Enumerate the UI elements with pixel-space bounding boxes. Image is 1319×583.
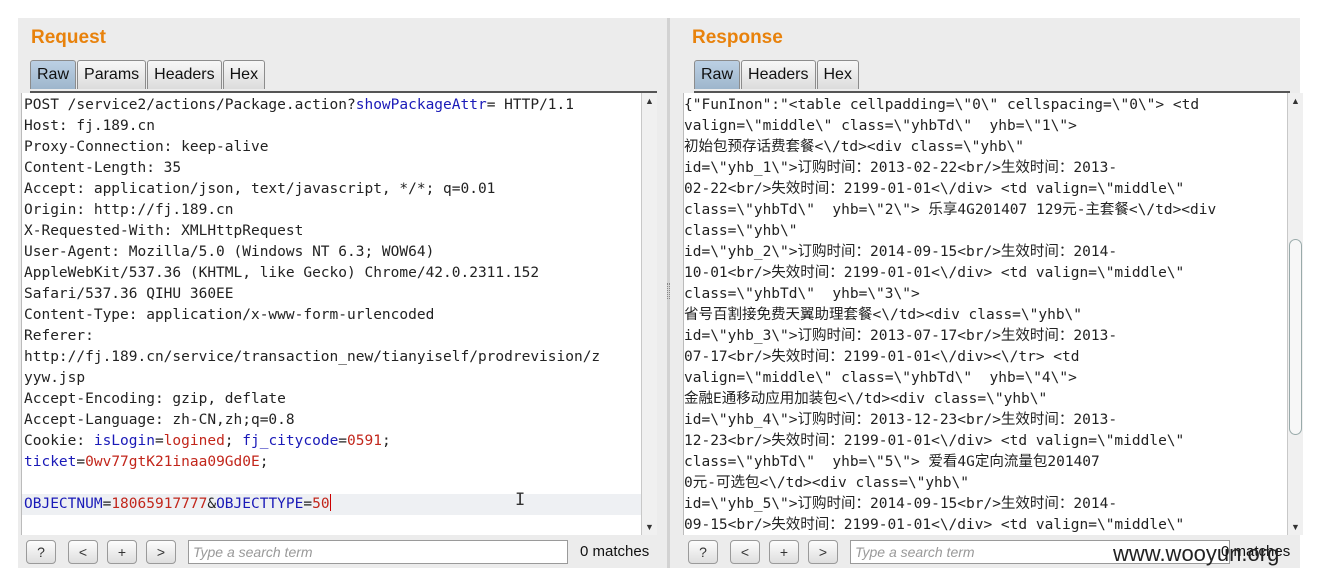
body-equals: = <box>102 496 112 512</box>
scroll-up-icon[interactable]: ▲ <box>645 96 654 106</box>
scroll-thumb[interactable] <box>1289 239 1302 435</box>
request-editor[interactable]: POST /service2/actions/Package.action?sh… <box>21 93 642 535</box>
ibeam-cursor-icon: I <box>515 490 526 510</box>
response-editor[interactable]: {"FunInon":"<table cellpadding=\"0\" cel… <box>683 93 1288 535</box>
request-match-count: 0 matches <box>580 543 650 560</box>
response-line: 07-17<br/>失效时间：2199-01-01<\/div><\/tr> <… <box>684 349 1080 365</box>
response-line: 02-22<br/>失效时间：2199-01-01<\/div> <td val… <box>684 181 1185 197</box>
body-value: 18065917777 <box>111 496 208 512</box>
request-line: POST /service2/actions/Package.action? <box>24 97 356 113</box>
add-button[interactable]: + <box>107 540 137 564</box>
scroll-down-icon[interactable]: ▼ <box>1291 522 1300 532</box>
response-line: 09-15<br/>失效时间：2199-01-01<\/div> <td val… <box>684 517 1185 533</box>
cookie-equals: = <box>338 433 348 449</box>
header-line: AppleWebKit/537.36 (KHTML, like Gecko) C… <box>24 265 540 281</box>
header-line: Content-Length: 35 <box>24 160 182 176</box>
response-line: id=\"yhb_2\">订购时间：2014-09-15<br/>生效时间：20… <box>684 244 1118 260</box>
param-key: showPackageAttr <box>355 97 487 113</box>
header-line: User-Agent: Mozilla/5.0 (Windows NT 6.3;… <box>24 244 435 260</box>
cookie-value: 0wv77gtK21inaa09Gd0E <box>85 454 260 470</box>
response-line: class=\"yhb\" <box>684 223 798 239</box>
help-button[interactable]: ? <box>26 540 56 564</box>
cookie-separator: ; <box>259 454 269 470</box>
response-panel: Response Raw Headers Hex {"FunInon":"<ta… <box>670 18 1303 568</box>
next-button[interactable]: > <box>808 540 838 564</box>
header-line: Accept-Language: zh-CN,zh;q=0.8 <box>24 412 295 428</box>
response-line: 初始包预存话费套餐<\/td><div class=\"yhb\" <box>684 139 1025 155</box>
response-tab-hex[interactable]: Hex <box>816 60 859 89</box>
response-line: id=\"yhb_5\">订购时间：2014-09-15<br/>生效时间：20… <box>684 496 1118 512</box>
cookie-key: isLogin <box>93 433 155 449</box>
response-text: {"FunInon":"<table cellpadding=\"0\" cel… <box>684 95 1216 535</box>
header-line: http://fj.189.cn/service/transaction_new… <box>24 349 601 365</box>
request-tab-params[interactable]: Params <box>77 60 147 89</box>
response-line: class=\"yhbTd\" yhb=\"5\"> 爱看4G定向流量包2014… <box>684 454 1100 470</box>
body-ampersand: & <box>207 496 217 512</box>
add-button[interactable]: + <box>769 540 799 564</box>
response-line: 金融E通移动应用加装包<\/td><div class=\"yhb\" <box>684 391 1048 407</box>
cookie-key: ticket <box>24 454 77 470</box>
cookie-label: Cookie: <box>24 433 94 449</box>
response-tab-raw[interactable]: Raw <box>694 60 741 89</box>
request-text: POST /service2/actions/Package.action?sh… <box>24 95 600 515</box>
cookie-separator: ; <box>381 433 391 449</box>
response-line: valign=\"middle\" class=\"yhbTd\" yhb=\"… <box>684 370 1077 386</box>
scroll-down-icon[interactable]: ▼ <box>645 522 654 532</box>
request-tabs: Raw Params Headers Hex <box>30 60 657 93</box>
request-line-suffix: = HTTP/1.1 <box>486 97 574 113</box>
body-key: OBJECTNUM <box>24 496 103 512</box>
header-line: Referer: <box>24 328 94 344</box>
response-line: 10-01<br/>失效时间：2199-01-01<\/div> <td val… <box>684 265 1185 281</box>
request-tab-raw[interactable]: Raw <box>30 60 77 89</box>
response-line: id=\"yhb_4\">订购时间：2013-12-23<br/>生效时间：20… <box>684 412 1118 428</box>
request-search-bar: ? < + > Type a search term 0 matches <box>18 537 667 568</box>
watermark: www.wooyun.org <box>1113 541 1280 566</box>
response-line: id=\"yhb_1\">订购时间：2013-02-22<br/>生效时间：20… <box>684 160 1118 176</box>
header-line: Accept-Encoding: gzip, deflate <box>24 391 286 407</box>
response-tab-headers[interactable]: Headers <box>741 60 816 89</box>
header-line: X-Requested-With: XMLHttpRequest <box>24 223 304 239</box>
response-line: class=\"yhbTd\" yhb=\"3\"> <box>684 286 920 302</box>
response-tabs: Raw Headers Hex <box>694 60 1290 93</box>
request-tab-headers[interactable]: Headers <box>147 60 222 89</box>
next-button[interactable]: > <box>146 540 176 564</box>
request-panel: Request Raw Params Headers Hex POST /ser… <box>18 18 667 568</box>
help-button[interactable]: ? <box>688 540 718 564</box>
request-scrollbar[interactable]: ▲ ▼ <box>641 93 657 535</box>
cookie-separator: ; <box>224 433 243 449</box>
body-key: OBJECTTYPE <box>216 496 304 512</box>
previous-button[interactable]: < <box>730 540 760 564</box>
cookie-value: logined <box>163 433 225 449</box>
response-line: {"FunInon":"<table cellpadding=\"0\" cel… <box>684 97 1200 113</box>
header-line: Accept: application/json, text/javascrip… <box>24 181 496 197</box>
response-line: id=\"yhb_3\">订购时间：2013-07-17<br/>生效时间：20… <box>684 328 1118 344</box>
cookie-equals: = <box>154 433 164 449</box>
header-line: Safari/537.36 QIHU 360EE <box>24 286 234 302</box>
header-line: Proxy-Connection: keep-alive <box>24 139 269 155</box>
response-line: class=\"yhbTd\" yhb=\"2\"> 乐享4G201407 12… <box>684 202 1217 218</box>
header-line: yyw.jsp <box>24 370 86 386</box>
cookie-key: fj_citycode <box>242 433 339 449</box>
cookie-value: 0591 <box>347 433 382 449</box>
cookie-equals: = <box>76 454 86 470</box>
header-line: Host: fj.189.cn <box>24 118 155 134</box>
request-tab-hex[interactable]: Hex <box>222 60 266 89</box>
request-search-input[interactable]: Type a search term <box>188 540 568 564</box>
header-line: Content-Type: application/x-www-form-url… <box>24 307 435 323</box>
scroll-up-icon[interactable]: ▲ <box>1291 96 1300 106</box>
response-scrollbar[interactable]: ▲ ▼ <box>1287 93 1303 535</box>
header-line: Origin: http://fj.189.cn <box>24 202 234 218</box>
body-equals: = <box>303 496 313 512</box>
response-line: 12-23<br/>失效时间：2199-01-01<\/div> <td val… <box>684 433 1185 449</box>
body-value: 50 <box>312 496 330 512</box>
request-title: Request <box>31 27 106 48</box>
response-line: 省号百割接免费天翼助理套餐<\/td><div class=\"yhb\" <box>684 307 1083 323</box>
response-line: valign=\"middle\" class=\"yhbTd\" yhb=\"… <box>684 118 1077 134</box>
response-line: 0元-可选包<\/td><div class=\"yhb\" <box>684 475 969 491</box>
text-cursor <box>329 494 331 511</box>
response-title: Response <box>692 27 783 48</box>
previous-button[interactable]: < <box>68 540 98 564</box>
